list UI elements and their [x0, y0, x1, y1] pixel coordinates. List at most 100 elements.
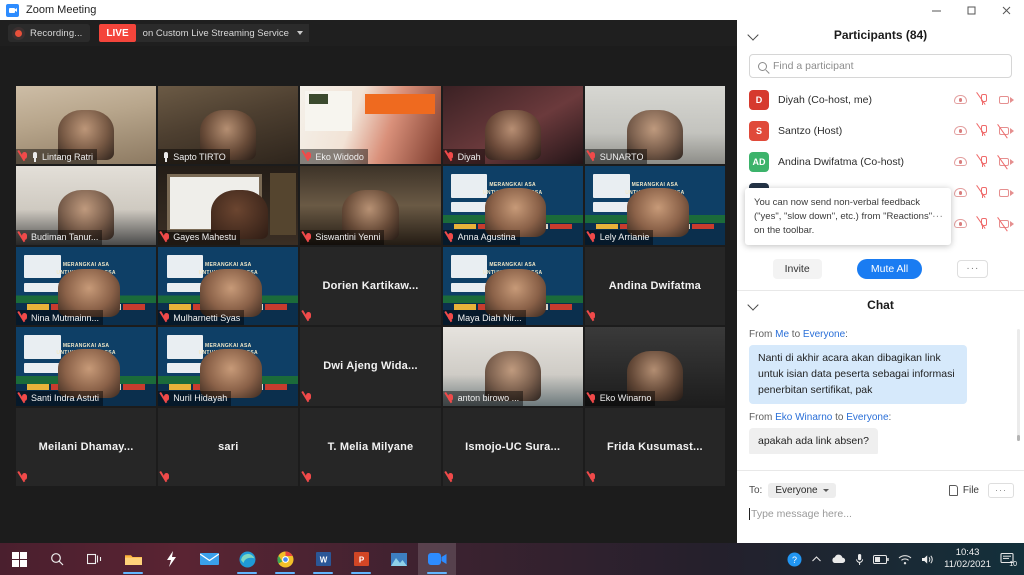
edge-button[interactable] — [228, 543, 266, 575]
camera-on-icon[interactable] — [999, 187, 1014, 198]
battery-icon[interactable] — [873, 554, 889, 564]
search-button[interactable] — [38, 543, 76, 575]
zoom-video-icon — [6, 3, 19, 17]
mic-muted-icon[interactable] — [975, 123, 988, 137]
start-button[interactable] — [0, 543, 38, 575]
mic-muted-icon[interactable] — [975, 92, 988, 106]
video-tile[interactable]: Diyah — [442, 86, 583, 165]
flash-app-button[interactable] — [152, 543, 190, 575]
participant-status-icons — [954, 216, 1014, 232]
word-button[interactable]: W — [304, 543, 342, 575]
video-tile[interactable]: Ismojo-UC Sura... — [442, 407, 583, 486]
video-tile[interactable]: Dorien Kartikaw... — [300, 246, 441, 326]
chat-input[interactable]: Type message here... — [737, 503, 1024, 525]
recipient-select[interactable]: Everyone — [768, 482, 836, 498]
maximize-icon[interactable] — [954, 0, 989, 20]
cloud-icon[interactable] — [831, 554, 846, 564]
photos-button[interactable] — [380, 543, 418, 575]
close-icon[interactable]: ··· — [932, 211, 943, 222]
tile-name-bar: Mulharnetti Syas — [158, 310, 245, 326]
video-tile[interactable]: MERANGKAI ASAUNTUK MEDIA MASSANuril Hida… — [158, 327, 299, 406]
mic-muted-icon — [162, 393, 170, 404]
pin-icon — [31, 151, 39, 162]
participant-row[interactable]: AD Andina Dwifatma (Co-host) — [737, 146, 1024, 177]
video-tile[interactable]: sari — [158, 407, 299, 486]
video-tile[interactable]: MERANGKAI ASAUNTUK MEDIA MASSANina Mutma… — [16, 246, 157, 326]
invite-button[interactable]: Invite — [772, 259, 822, 279]
speaker-icon[interactable] — [921, 554, 935, 565]
video-tile[interactable]: MERANGKAI ASAUNTUK MEDIA MASSAMaya Diah … — [442, 246, 583, 326]
video-tile[interactable]: SUNARTO — [584, 86, 725, 165]
video-tile[interactable]: Eko Widodo — [300, 86, 441, 165]
avatar: S — [749, 120, 769, 141]
chat-scrollbar[interactable] — [1017, 329, 1020, 441]
video-tile[interactable]: MERANGKAI ASAUNTUK MEDIA MASSAMulharnett… — [158, 246, 299, 326]
video-tile[interactable]: Frida Kusumast... — [584, 407, 725, 486]
video-tile[interactable]: anton birowo ... — [442, 327, 583, 406]
file-explorer-button[interactable] — [114, 543, 152, 575]
chat-message-bubble: Nanti di akhir acara akan dibagikan link… — [749, 345, 967, 405]
camera-on-icon[interactable] — [999, 94, 1014, 105]
chevron-up-icon[interactable] — [811, 555, 822, 564]
chat-more-button[interactable]: ··· — [988, 482, 1014, 498]
taskbar-clock[interactable]: 10:43 11/02/2021 — [944, 547, 991, 571]
mic-muted-icon[interactable] — [975, 185, 988, 199]
video-tile[interactable]: Gayes Mahestu — [158, 166, 299, 245]
video-tile[interactable]: MERANGKAI ASAUNTUK MEDIA MASSASanti Indr… — [16, 327, 157, 406]
send-file-button[interactable]: File — [948, 484, 979, 496]
task-view-button[interactable] — [76, 543, 114, 575]
powerpoint-button[interactable]: P — [342, 543, 380, 575]
video-tile[interactable]: Budiman Tanur... — [16, 166, 157, 245]
chevron-down-icon[interactable] — [747, 299, 759, 311]
video-tile[interactable]: T. Melia Milyane — [300, 407, 441, 486]
tile-name-bar: Gayes Mahestu — [158, 229, 241, 245]
chevron-down-icon[interactable] — [296, 31, 303, 35]
video-tile[interactable]: Eko Winarno — [584, 327, 725, 406]
mic-muted-icon[interactable] — [975, 216, 988, 230]
mail-button[interactable] — [190, 543, 228, 575]
tile-participant-name: Gayes Mahestu — [173, 232, 237, 243]
live-stream-service[interactable]: on Custom Live Streaming Service — [135, 24, 309, 42]
chevron-down-icon[interactable] — [747, 29, 759, 41]
participants-more-button[interactable]: ··· — [957, 260, 989, 278]
mic-muted-icon — [20, 393, 28, 404]
minimize-icon[interactable] — [919, 0, 954, 20]
chat-recipient-row: To: Everyone File ··· — [737, 478, 1024, 502]
video-tile[interactable]: Andina Dwifatma — [584, 246, 725, 326]
window-controls — [919, 0, 1024, 20]
participant-row[interactable]: S Santzo (Host) — [737, 115, 1024, 146]
camera-off-icon[interactable] — [996, 217, 1014, 232]
camera-off-icon[interactable] — [996, 124, 1014, 139]
wifi-icon[interactable] — [898, 554, 912, 565]
tile-participant-name: Siswantini Yenni — [315, 232, 381, 243]
camera-off-icon[interactable] — [996, 155, 1014, 170]
notification-icon[interactable]: 10 — [1000, 552, 1017, 568]
live-service-label: on Custom Live Streaming Service — [142, 27, 289, 39]
tile-participant-name: Lely Arrianie — [599, 232, 650, 243]
video-tile[interactable]: Dwi Ajeng Wida... — [300, 327, 441, 406]
search-input[interactable]: Find a participant — [749, 54, 1012, 78]
mic-muted-icon[interactable] — [975, 154, 988, 168]
search-icon — [758, 61, 767, 71]
participant-row[interactable]: D Diyah (Co-host, me) — [737, 84, 1024, 115]
mic-muted-icon — [447, 151, 455, 162]
recording-indicator[interactable]: Recording... — [8, 24, 91, 42]
participants-title: Participants (84) — [833, 28, 928, 42]
mute-all-button[interactable]: Mute All — [856, 259, 923, 279]
chat-messages[interactable]: From Me to Everyone: Nanti di akhir acara… — [737, 319, 1024, 454]
close-icon[interactable] — [989, 0, 1024, 20]
zoom-button[interactable] — [418, 543, 456, 575]
video-tile[interactable]: Lintang Ratri — [16, 86, 157, 165]
participant-status-icons — [954, 92, 1014, 106]
tile-participant-name: Santi Indra Astuti — [31, 393, 100, 404]
video-tile[interactable]: MERANGKAI ASAUNTUK MEDIA MASSALely Arria… — [584, 166, 725, 245]
video-tile[interactable]: Sapto TIRTO — [158, 86, 299, 165]
chat-input-placeholder: Type message here... — [751, 508, 852, 520]
chrome-button[interactable] — [266, 543, 304, 575]
video-tile[interactable]: MERANGKAI ASAUNTUK MEDIA MASSAAnna Agust… — [442, 166, 583, 245]
video-tile[interactable]: Siswantini Yenni — [300, 166, 441, 245]
microphone-icon[interactable] — [855, 553, 864, 566]
video-tile[interactable]: Meilani Dhamay... — [16, 407, 157, 486]
mic-muted-icon — [304, 392, 312, 403]
help-circle-icon[interactable]: ? — [787, 552, 802, 567]
